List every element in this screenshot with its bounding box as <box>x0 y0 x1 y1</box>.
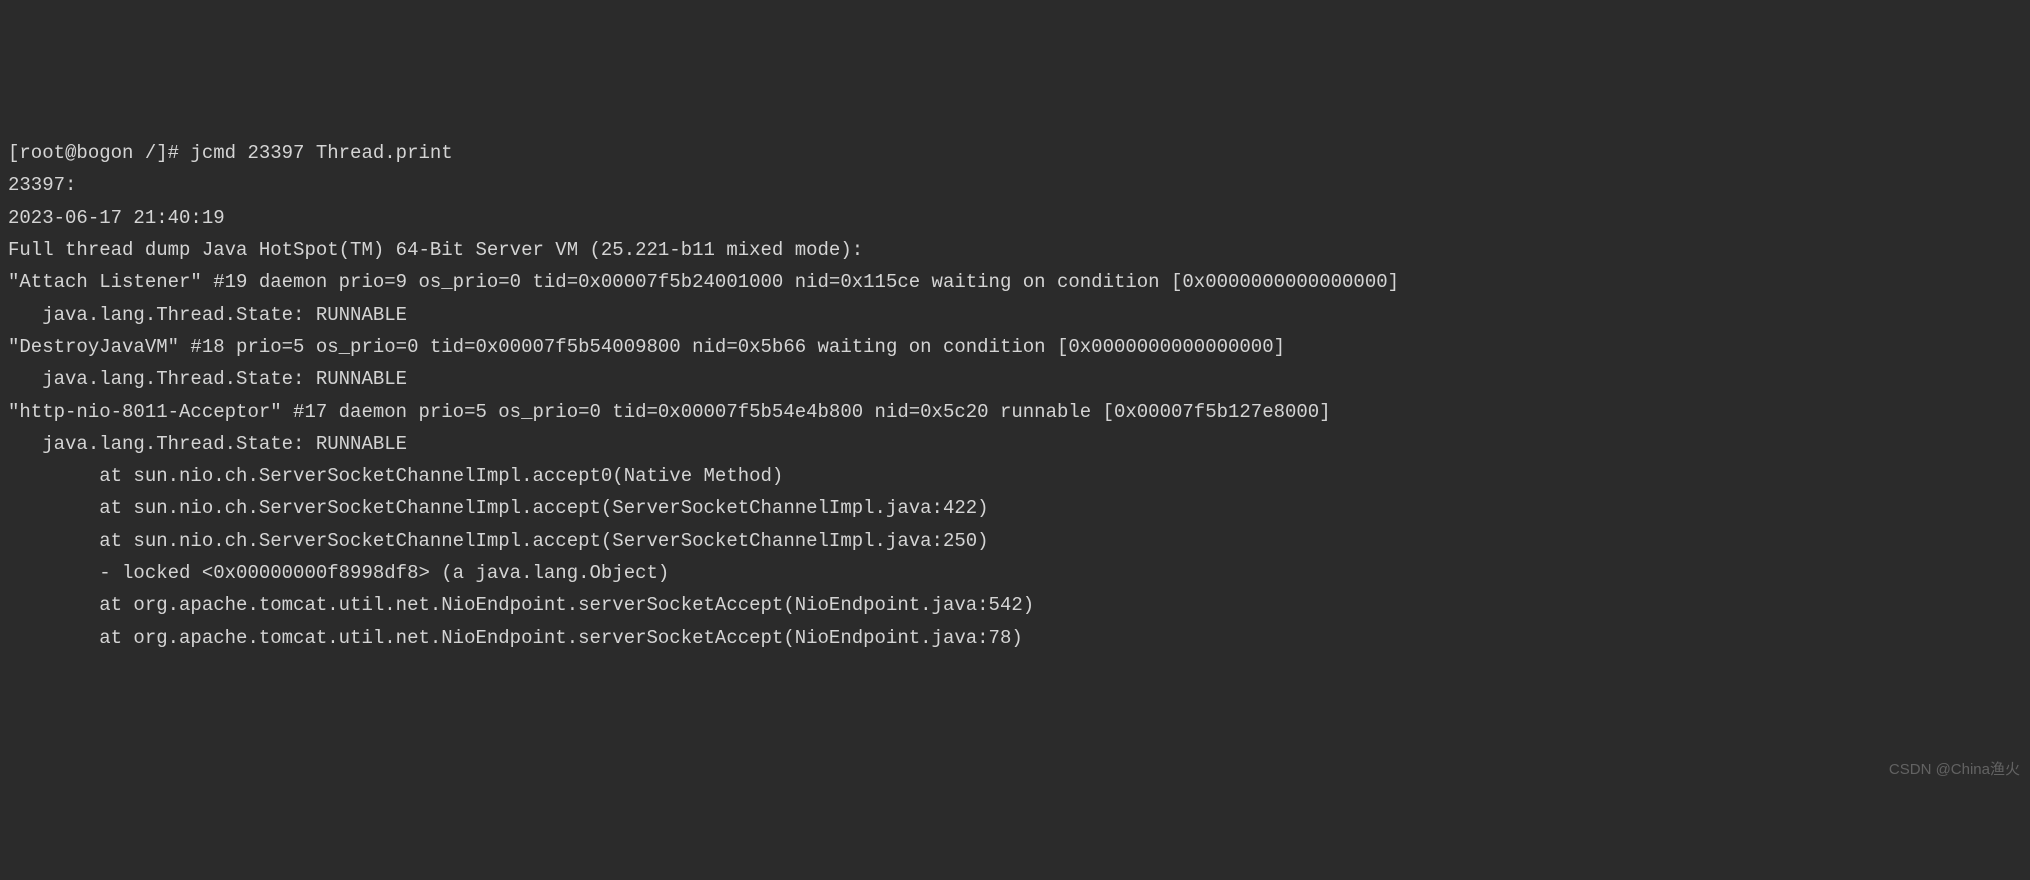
terminal-line: 23397: <box>8 169 2022 201</box>
terminal-line: at sun.nio.ch.ServerSocketChannelImpl.ac… <box>8 525 2022 557</box>
terminal-line: java.lang.Thread.State: RUNNABLE <box>8 299 2022 331</box>
terminal-line: java.lang.Thread.State: RUNNABLE <box>8 363 2022 395</box>
terminal-line: "Attach Listener" #19 daemon prio=9 os_p… <box>8 266 2022 298</box>
terminal-line: at sun.nio.ch.ServerSocketChannelImpl.ac… <box>8 492 2022 524</box>
terminal-line: "http-nio-8011-Acceptor" #17 daemon prio… <box>8 396 2022 428</box>
terminal-line: - locked <0x00000000f8998df8> (a java.la… <box>8 557 2022 589</box>
terminal-line: at org.apache.tomcat.util.net.NioEndpoin… <box>8 589 2022 621</box>
terminal-line: java.lang.Thread.State: RUNNABLE <box>8 428 2022 460</box>
terminal-line: at sun.nio.ch.ServerSocketChannelImpl.ac… <box>8 460 2022 492</box>
terminal-line: [root@bogon /]# jcmd 23397 Thread.print <box>8 137 2022 169</box>
terminal-line: "DestroyJavaVM" #18 prio=5 os_prio=0 tid… <box>8 331 2022 363</box>
terminal-output: [root@bogon /]# jcmd 23397 Thread.print2… <box>8 137 2022 654</box>
terminal-line: Full thread dump Java HotSpot(TM) 64-Bit… <box>8 234 2022 266</box>
terminal-line: 2023-06-17 21:40:19 <box>8 202 2022 234</box>
watermark-text: CSDN @China渔火 <box>1889 757 2020 783</box>
terminal-line: at org.apache.tomcat.util.net.NioEndpoin… <box>8 622 2022 654</box>
